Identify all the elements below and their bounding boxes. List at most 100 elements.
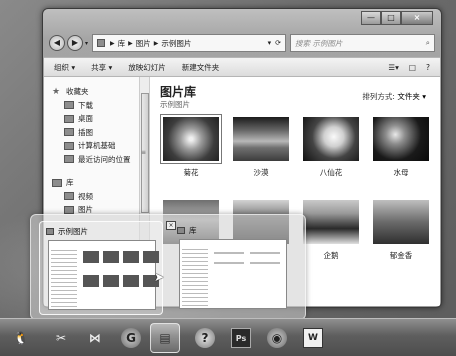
desktop-icon — [64, 114, 74, 123]
thumbnail-item[interactable]: 企鹅 — [296, 200, 366, 261]
sidebar-item-favorites[interactable]: ★ 收藏夹 — [44, 85, 139, 99]
mini-thumb — [103, 275, 119, 287]
thumbnail-image — [373, 200, 429, 244]
desktop: — □ × ◀ ▶ ▾ ▶ 库 ▶ 图片 ▶ 示例图片 ▾ ⟳ 搜索 示例图片 … — [0, 0, 456, 356]
app-glyph: G — [121, 328, 141, 348]
thumbnail-image — [160, 114, 222, 164]
sidebar-item-illustrations[interactable]: 插图 — [44, 126, 139, 140]
chevron-right-icon[interactable]: ▶ — [110, 40, 115, 47]
back-arrow-icon[interactable]: ◀ — [49, 35, 65, 51]
thumbnail-item[interactable]: 菊花 — [156, 114, 226, 178]
recent-places-icon — [64, 155, 74, 164]
thumbnail-label: 企鹅 — [323, 251, 339, 260]
refresh-icon[interactable]: ⟳ — [275, 39, 281, 47]
breadcrumb-segment[interactable]: 图片 — [136, 38, 151, 49]
library-icon — [97, 39, 106, 47]
preview-title: 库 — [177, 225, 289, 235]
sidebar-item-recent-places[interactable]: 最近访问的位置 — [44, 153, 139, 167]
sidebar-item-computer-basics[interactable]: 计算机基础 — [44, 139, 139, 153]
mini-line — [250, 252, 280, 254]
scrollbar-grip-icon: ≡ — [141, 149, 147, 156]
thumbnail-item[interactable]: 八仙花 — [296, 117, 366, 178]
view-options-icon[interactable]: ☰▾ — [388, 63, 399, 72]
new-folder-button[interactable]: 新建文件夹 — [182, 62, 220, 73]
arrange-value[interactable]: 文件夹 ▾ — [397, 92, 426, 101]
taskbar-thumbnail-preview: 示例图片 × 库 — [30, 214, 306, 320]
magnifier-icon[interactable]: ⌕ — [426, 38, 430, 48]
search-input[interactable]: 搜索 示例图片 ⌕ — [290, 34, 435, 52]
thumbnail-item[interactable]: 郁金香 — [366, 200, 436, 261]
qq-icon[interactable]: 🐧 — [6, 323, 36, 353]
mini-thumb — [83, 251, 99, 263]
preview-thumbnail — [48, 240, 159, 310]
mini-thumb — [143, 251, 159, 263]
help-icon[interactable]: ? — [190, 323, 220, 353]
mini-thumb — [123, 275, 139, 287]
visual-studio-icon[interactable]: ⋈ — [80, 323, 110, 353]
sidebar-item-desktop[interactable]: 桌面 — [44, 112, 139, 126]
preview-title: 示例图片 — [46, 226, 156, 236]
preview-card[interactable]: 示例图片 × — [39, 221, 176, 315]
thumbnail-label: 八仙花 — [319, 168, 343, 177]
maximize-button[interactable]: □ — [381, 11, 401, 25]
breadcrumb-segment[interactable]: 库 — [118, 38, 126, 49]
share-button[interactable]: 共享 ▾ — [91, 62, 112, 73]
thumbnail-item[interactable]: 水母 — [366, 117, 436, 178]
sidebar-label: 视频 — [78, 191, 93, 201]
thumbnail-image — [373, 117, 429, 161]
address-row: ◀ ▶ ▾ ▶ 库 ▶ 图片 ▶ 示例图片 ▾ ⟳ 搜索 示例图片 ⌕ — [49, 33, 435, 53]
caption-buttons: — □ × — [361, 11, 433, 25]
breadcrumb-segment[interactable]: 示例图片 — [161, 38, 191, 49]
tool-icon[interactable]: ✂ — [46, 323, 76, 353]
address-bar[interactable]: ▶ 库 ▶ 图片 ▶ 示例图片 ▾ ⟳ — [92, 34, 286, 52]
word-icon[interactable]: W — [298, 323, 328, 353]
preview-title-text: 示例图片 — [58, 226, 88, 236]
sidebar-item-videos[interactable]: 视频 — [44, 190, 139, 204]
thumbnail-image — [303, 117, 359, 161]
help-glyph: ? — [195, 328, 215, 348]
thumbnail-image — [233, 117, 289, 161]
slideshow-button[interactable]: 放映幻灯片 — [128, 62, 166, 73]
history-dropdown-icon[interactable]: ▾ — [85, 40, 88, 47]
mini-nav — [51, 247, 77, 307]
mini-thumb — [123, 251, 139, 263]
chevron-right-icon[interactable]: ▶ — [154, 40, 159, 47]
photoshop-icon[interactable]: Ps — [226, 323, 256, 353]
folder-icon — [64, 141, 74, 150]
close-button[interactable]: × — [401, 11, 433, 25]
mini-line — [214, 252, 244, 254]
sidebar-label: 插图 — [78, 127, 93, 137]
libraries-icon — [52, 178, 62, 187]
videos-icon — [64, 192, 74, 201]
thumbnail-item[interactable]: 沙漠 — [226, 117, 296, 178]
address-dropdown-icon[interactable]: ▾ — [268, 39, 272, 47]
mini-line — [214, 262, 244, 264]
sidebar-label: 桌面 — [78, 114, 93, 124]
preview-pane-icon[interactable]: □ — [409, 63, 416, 72]
forward-arrow-icon[interactable]: ▶ — [67, 35, 83, 51]
organize-button[interactable]: 组织 ▾ — [54, 62, 75, 73]
preview-card[interactable]: 库 — [171, 221, 295, 315]
firefox-icon[interactable]: ◉ — [262, 323, 292, 353]
mini-thumb — [103, 251, 119, 263]
sidebar-item-libraries[interactable]: 库 — [44, 176, 139, 190]
arrange-by-control[interactable]: 排列方式: 文件夹 ▾ — [362, 91, 426, 102]
minimize-button[interactable]: — — [361, 11, 381, 25]
tool-glyph: ✂ — [55, 331, 67, 345]
help-icon[interactable]: ? — [426, 63, 430, 72]
folder-icon — [177, 226, 185, 234]
downloads-folder-icon — [64, 101, 74, 110]
sidebar-item-downloads[interactable]: 下载 — [44, 99, 139, 113]
thumbnail-label: 郁金香 — [389, 251, 413, 260]
app-icon[interactable]: G — [116, 323, 146, 353]
view-controls: ☰▾ □ ? — [388, 63, 430, 72]
explorer-glyph: ▤ — [159, 331, 171, 345]
chevron-right-icon[interactable]: ▶ — [128, 40, 133, 47]
thumbnail-image — [303, 200, 359, 244]
pictures-icon — [64, 205, 74, 214]
taskbar: 🐧 ✂ ⋈ G ▤ ? Ps ◉ W — [0, 318, 456, 356]
explorer-icon[interactable]: ▤ — [150, 323, 180, 353]
page-subtitle[interactable]: 示例图片 — [160, 99, 190, 110]
preview-thumbnail — [179, 239, 287, 309]
